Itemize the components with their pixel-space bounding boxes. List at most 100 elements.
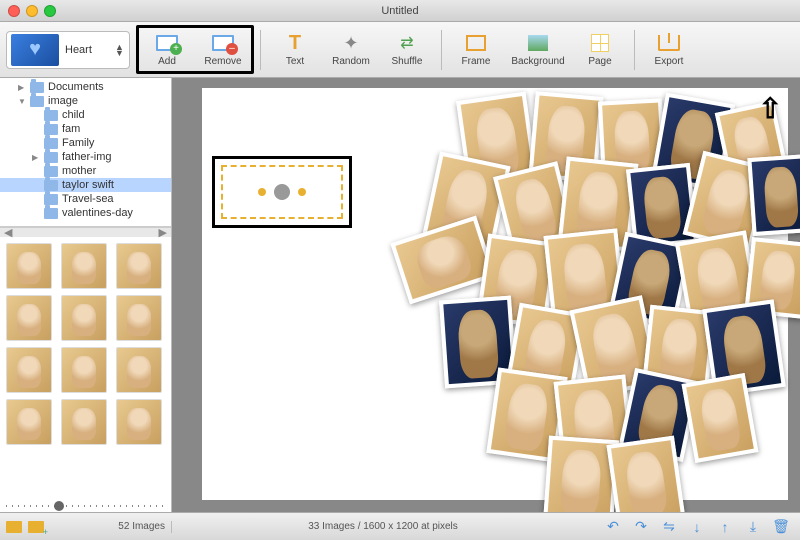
folder-icon [44, 180, 58, 191]
tree-item[interactable]: child [0, 108, 171, 122]
tree-item-label: Documents [48, 81, 104, 93]
thumbnail-grid[interactable] [0, 237, 171, 512]
background-icon [524, 32, 552, 54]
remove-icon [209, 32, 237, 54]
shuffle-button[interactable]: ⇄ Shuffle [379, 28, 435, 71]
thumbnail[interactable] [116, 295, 162, 341]
canvas-area[interactable]: ⇧ [172, 78, 800, 512]
folder-icon [30, 96, 44, 107]
tree-item[interactable]: mother [0, 164, 171, 178]
remove-button[interactable]: Remove [195, 28, 251, 71]
tree-item-label: Family [62, 137, 94, 149]
export-icon [655, 32, 683, 54]
tree-item[interactable]: Travel-sea [0, 192, 171, 206]
thumbnail[interactable] [6, 347, 52, 393]
folder-icon [44, 138, 58, 149]
thumbnail[interactable] [116, 399, 162, 445]
tree-item-label: mother [62, 165, 96, 177]
heart-shape-icon [11, 34, 59, 66]
page-icon [586, 32, 614, 54]
send-back-icon[interactable]: ↑ [716, 519, 734, 535]
thumbnail[interactable] [61, 243, 107, 289]
folder-icon [44, 166, 58, 177]
sidebar-status: 52 Images [0, 521, 172, 533]
window-title: Untitled [381, 5, 418, 17]
tree-item-label: child [62, 109, 85, 121]
tree-item-label: fam [62, 123, 80, 135]
shape-label: Heart [65, 44, 109, 56]
folder-icon [44, 194, 58, 205]
folder-icon [44, 152, 58, 163]
lock-icon[interactable]: ⤓ [744, 519, 762, 535]
thumbnail[interactable] [61, 347, 107, 393]
frame-button[interactable]: Frame [448, 28, 504, 71]
toolbar: Heart ▲▼ Add Remove T Text ✦ Random ⇄ Sh… [0, 22, 800, 78]
thumbnail[interactable] [61, 295, 107, 341]
canvas-info: 33 Images / 1600 x 1200 at pixels [172, 521, 594, 532]
folder-icon [44, 124, 58, 135]
tree-item[interactable]: fam [0, 122, 171, 136]
page-button[interactable]: Page [572, 28, 628, 71]
tree-item-label: father-img [62, 151, 112, 163]
shuffle-icon: ⇄ [393, 32, 421, 54]
tree-item[interactable]: ▼image [0, 94, 171, 108]
folder-icon [30, 82, 44, 93]
add-remove-group: Add Remove [136, 25, 254, 74]
stepper-icon[interactable]: ▲▼ [115, 44, 125, 56]
titlebar: Untitled [0, 0, 800, 22]
bring-forward-icon[interactable]: ↓ [688, 519, 706, 535]
thumbnail-size-slider[interactable] [6, 502, 166, 510]
minimize-icon[interactable] [26, 5, 38, 17]
close-icon[interactable] [8, 5, 20, 17]
random-button[interactable]: ✦ Random [323, 28, 379, 71]
shape-selector[interactable]: Heart ▲▼ [6, 31, 130, 69]
add-icon [153, 32, 181, 54]
window-controls [8, 5, 56, 17]
sidebar: ▶Documents▼imagechild fam Family▶father-im… [0, 78, 172, 512]
rotate-left-icon[interactable]: ↶ [604, 519, 622, 535]
folder-icon[interactable] [6, 521, 22, 533]
new-folder-icon[interactable] [28, 521, 44, 533]
thumbnail[interactable] [116, 243, 162, 289]
collage-photo[interactable] [606, 436, 685, 512]
thumbnail[interactable] [6, 295, 52, 341]
separator [441, 30, 442, 70]
collage-photo[interactable] [682, 373, 759, 463]
thumbnail[interactable] [6, 399, 52, 445]
trash-icon[interactable]: 🗑 [772, 519, 790, 535]
folder-icon [44, 208, 58, 219]
tree-item[interactable]: Family [0, 136, 171, 150]
thumbnail[interactable] [61, 399, 107, 445]
tree-item-label: image [48, 95, 78, 107]
tree-item-label: valentines-day [62, 207, 133, 219]
tree-item[interactable]: taylor swift [0, 178, 171, 192]
tree-scrollbar[interactable]: ◀▶ [0, 227, 171, 237]
separator [260, 30, 261, 70]
placeholder-frame-icon [221, 165, 343, 219]
tree-item-label: taylor swift [62, 179, 114, 191]
tree-item[interactable]: ▶father-img [0, 150, 171, 164]
add-button[interactable]: Add [139, 28, 195, 71]
export-button[interactable]: Export [641, 28, 697, 71]
selected-placeholder[interactable] [212, 156, 352, 228]
annotation-arrow-icon: ⇧ [759, 92, 782, 125]
separator [634, 30, 635, 70]
collage-canvas[interactable] [202, 88, 788, 500]
background-button[interactable]: Background [504, 28, 572, 71]
tree-item-label: Travel-sea [62, 193, 114, 205]
text-icon: T [281, 32, 309, 54]
text-button[interactable]: T Text [267, 28, 323, 71]
statusbar: 52 Images 33 Images / 1600 x 1200 at pix… [0, 512, 800, 540]
flip-icon[interactable]: ⇋ [660, 519, 678, 535]
folder-tree[interactable]: ▶Documents▼imagechild fam Family▶father-im… [0, 78, 171, 227]
wand-icon: ✦ [337, 32, 365, 54]
tree-item[interactable]: valentines-day [0, 206, 171, 220]
thumbnail[interactable] [6, 243, 52, 289]
thumbnail[interactable] [116, 347, 162, 393]
tree-item[interactable]: ▶Documents [0, 80, 171, 94]
zoom-icon[interactable] [44, 5, 56, 17]
image-count: 52 Images [118, 521, 165, 532]
folder-icon [44, 110, 58, 121]
collage-photo[interactable] [747, 154, 800, 236]
rotate-right-icon[interactable]: ↷ [632, 519, 650, 535]
